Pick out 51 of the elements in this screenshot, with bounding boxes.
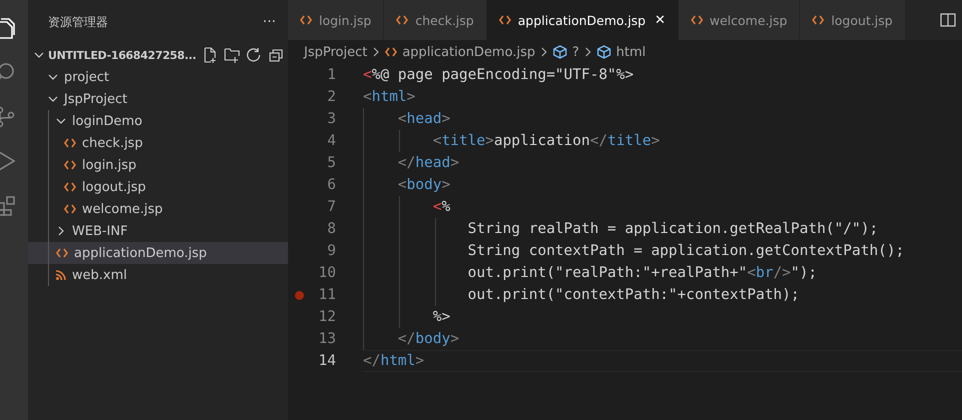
tree-item[interactable]: applicationDemo.jsp [28,242,288,264]
breadcrumb-item[interactable]: JspProject [304,44,368,60]
line-number: 14 [318,353,336,369]
code-line: <%@ page pageEncoding="UTF-8"%> [363,67,634,83]
code-line: out.print("realPath:"+realPath+"<br/>"); [466,265,817,281]
more-actions-button[interactable]: ··· [262,14,276,30]
code-line: <head> [396,111,450,127]
editor-tab[interactable]: logout.jsp [800,0,906,40]
tree-item[interactable]: welcome.jsp [28,198,288,220]
line-number: 7 [327,199,336,215]
code-line: <% [432,199,450,215]
line-number: 10 [318,265,336,281]
code-line: String realPath = application.getRealPath("/"); [466,221,878,237]
line-number: 6 [327,177,336,193]
line-number: 4 [327,133,336,149]
editor-tab[interactable]: welcome.jsp [678,0,800,40]
sidebar-title: 资源管理器 [48,14,108,30]
close-button[interactable]: ✕ [654,12,666,28]
editor-tab[interactable]: check.jsp [384,0,487,40]
tree-item[interactable]: loginDemo [28,110,288,132]
tree-item[interactable]: project [28,66,288,88]
code-line: </head> [396,155,460,171]
breadcrumb-item[interactable]: ? [572,44,580,60]
editor-tab[interactable]: login.jsp [288,0,384,40]
line-number: 2 [327,89,336,105]
line-number: 5 [327,155,336,171]
code-line: </body> [396,331,460,347]
line-number: 12 [318,309,336,325]
tree-item[interactable]: web.xml [28,264,288,286]
editor-tab[interactable]: applicationDemo.jsp ✕ [486,0,679,40]
tree-item[interactable]: JspProject [28,88,288,110]
breadcrumb-item[interactable]: html [616,44,646,60]
tree-item[interactable]: check.jsp [28,132,288,154]
code-line: <title>application</title> [432,133,660,149]
line-number: 3 [327,111,336,127]
workspace-title[interactable]: UNTITLED-1668427258... [48,48,196,62]
code-line: </html> [363,353,424,369]
tree-item[interactable]: logout.jsp [28,176,288,198]
code-line: <html> [363,89,416,105]
line-number: 8 [327,221,336,237]
line-number: 13 [318,331,336,347]
code-line: out.print("contextPath:"+contextPath); [466,287,800,303]
code-line: <body> [396,177,450,193]
line-number: 11 [318,287,336,303]
tree-item[interactable]: login.jsp [28,154,288,176]
line-number: 1 [327,67,336,83]
code-line: %> [432,309,450,325]
tree-item[interactable]: WEB-INF [28,220,288,242]
code-line: String contextPath = application.getContextPath(); [466,243,904,259]
line-number: 9 [327,243,336,259]
breadcrumb-item[interactable]: applicationDemo.jsp [402,44,536,60]
